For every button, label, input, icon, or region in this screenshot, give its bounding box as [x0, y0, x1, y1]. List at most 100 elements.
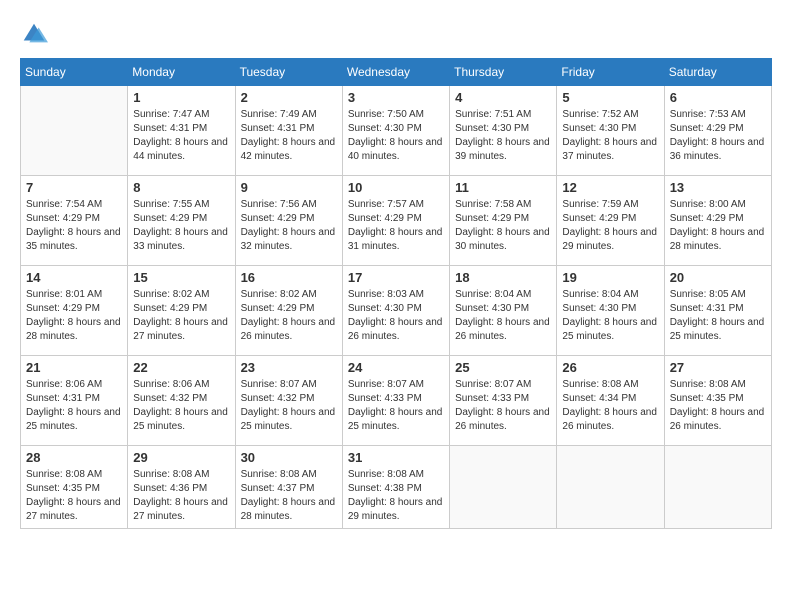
day-number: 9	[241, 180, 337, 195]
calendar-cell: 29 Sunrise: 8:08 AMSunset: 4:36 PMDayligh…	[128, 446, 235, 529]
day-info: Sunrise: 8:08 AMSunset: 4:36 PMDaylight:…	[133, 468, 229, 524]
calendar-cell: 13 Sunrise: 8:00 AMSunset: 4:29 PMDayligh…	[664, 176, 771, 266]
calendar-cell: 11Sunrise: 7:58 AMSunset: 4:29 PMDayligh…	[450, 176, 557, 266]
day-number: 23	[241, 360, 337, 375]
calendar-header-row: SundayMondayTuesdayWednesdayThursdayFrid…	[21, 59, 772, 86]
calendar-cell: 10 Sunrise: 7:57 AMSunset: 4:29 PMDayligh…	[342, 176, 449, 266]
calendar-header-tuesday: Tuesday	[235, 59, 342, 86]
day-number: 17	[348, 270, 444, 285]
day-number: 31	[348, 450, 444, 465]
calendar-cell: 12Sunrise: 7:59 AMSunset: 4:29 PMDayligh…	[557, 176, 664, 266]
day-info: Sunrise: 8:08 AMSunset: 4:38 PMDaylight:…	[348, 468, 444, 524]
calendar-header-wednesday: Wednesday	[342, 59, 449, 86]
calendar-cell: 26 Sunrise: 8:08 AMSunset: 4:34 PMDayligh…	[557, 356, 664, 446]
day-info: Sunrise: 8:04 AMSunset: 4:30 PMDaylight:…	[562, 288, 658, 344]
calendar-cell: 20 Sunrise: 8:05 AMSunset: 4:31 PMDayligh…	[664, 266, 771, 356]
calendar-header-friday: Friday	[557, 59, 664, 86]
day-info: Sunrise: 7:47 AMSunset: 4:31 PMDaylight:…	[133, 108, 229, 164]
day-number: 27	[670, 360, 766, 375]
day-number: 29	[133, 450, 229, 465]
calendar-cell: 16 Sunrise: 8:02 AMSunset: 4:29 PMDayligh…	[235, 266, 342, 356]
day-number: 3	[348, 90, 444, 105]
logo	[20, 20, 52, 48]
calendar-cell: 1 Sunrise: 7:47 AMSunset: 4:31 PMDaylight…	[128, 86, 235, 176]
calendar-week-row: 7Sunrise: 7:54 AMSunset: 4:29 PMDaylight…	[21, 176, 772, 266]
day-number: 14	[26, 270, 122, 285]
calendar-table: SundayMondayTuesdayWednesdayThursdayFrid…	[20, 58, 772, 529]
day-info: Sunrise: 8:03 AMSunset: 4:30 PMDaylight:…	[348, 288, 444, 344]
day-info: Sunrise: 7:53 AMSunset: 4:29 PMDaylight:…	[670, 108, 766, 164]
day-info: Sunrise: 8:08 AMSunset: 4:37 PMDaylight:…	[241, 468, 337, 524]
calendar-cell: 3 Sunrise: 7:50 AMSunset: 4:30 PMDaylight…	[342, 86, 449, 176]
day-number: 7	[26, 180, 122, 195]
calendar-cell: 27 Sunrise: 8:08 AMSunset: 4:35 PMDayligh…	[664, 356, 771, 446]
calendar-header-sunday: Sunday	[21, 59, 128, 86]
day-number: 24	[348, 360, 444, 375]
calendar-cell	[21, 86, 128, 176]
calendar-week-row: 21 Sunrise: 8:06 AMSunset: 4:31 PMDayligh…	[21, 356, 772, 446]
calendar-cell: 7Sunrise: 7:54 AMSunset: 4:29 PMDaylight…	[21, 176, 128, 266]
day-info: Sunrise: 8:04 AMSunset: 4:30 PMDaylight:…	[455, 288, 551, 344]
day-info: Sunrise: 7:50 AMSunset: 4:30 PMDaylight:…	[348, 108, 444, 164]
calendar-cell	[557, 446, 664, 529]
day-number: 18	[455, 270, 551, 285]
day-info: Sunrise: 8:05 AMSunset: 4:31 PMDaylight:…	[670, 288, 766, 344]
calendar-week-row: 14 Sunrise: 8:01 AMSunset: 4:29 PMDayligh…	[21, 266, 772, 356]
calendar-cell: 2Sunrise: 7:49 AMSunset: 4:31 PMDaylight…	[235, 86, 342, 176]
day-info: Sunrise: 8:02 AMSunset: 4:29 PMDaylight:…	[133, 288, 229, 344]
calendar-cell: 6 Sunrise: 7:53 AMSunset: 4:29 PMDaylight…	[664, 86, 771, 176]
day-number: 25	[455, 360, 551, 375]
day-number: 16	[241, 270, 337, 285]
page-header	[20, 20, 772, 48]
day-number: 21	[26, 360, 122, 375]
day-info: Sunrise: 8:01 AMSunset: 4:29 PMDaylight:…	[26, 288, 122, 344]
day-number: 2	[241, 90, 337, 105]
day-info: Sunrise: 8:08 AMSunset: 4:34 PMDaylight:…	[562, 378, 658, 434]
calendar-week-row: 28 Sunrise: 8:08 AMSunset: 4:35 PMDayligh…	[21, 446, 772, 529]
day-number: 1	[133, 90, 229, 105]
day-number: 26	[562, 360, 658, 375]
day-info: Sunrise: 7:52 AMSunset: 4:30 PMDaylight:…	[562, 108, 658, 164]
calendar-cell: 31 Sunrise: 8:08 AMSunset: 4:38 PMDayligh…	[342, 446, 449, 529]
day-number: 13	[670, 180, 766, 195]
calendar-header-saturday: Saturday	[664, 59, 771, 86]
day-info: Sunrise: 8:08 AMSunset: 4:35 PMDaylight:…	[26, 468, 122, 524]
day-info: Sunrise: 7:57 AMSunset: 4:29 PMDaylight:…	[348, 198, 444, 254]
day-info: Sunrise: 7:56 AMSunset: 4:29 PMDaylight:…	[241, 198, 337, 254]
day-number: 20	[670, 270, 766, 285]
calendar-cell: 19 Sunrise: 8:04 AMSunset: 4:30 PMDayligh…	[557, 266, 664, 356]
day-number: 10	[348, 180, 444, 195]
calendar-cell: 15 Sunrise: 8:02 AMSunset: 4:29 PMDayligh…	[128, 266, 235, 356]
calendar-cell	[664, 446, 771, 529]
day-info: Sunrise: 8:00 AMSunset: 4:29 PMDaylight:…	[670, 198, 766, 254]
calendar-cell: 30 Sunrise: 8:08 AMSunset: 4:37 PMDayligh…	[235, 446, 342, 529]
calendar-header-monday: Monday	[128, 59, 235, 86]
day-number: 5	[562, 90, 658, 105]
calendar-cell: 21 Sunrise: 8:06 AMSunset: 4:31 PMDayligh…	[21, 356, 128, 446]
day-number: 6	[670, 90, 766, 105]
calendar-cell: 22Sunrise: 8:06 AMSunset: 4:32 PMDayligh…	[128, 356, 235, 446]
day-number: 30	[241, 450, 337, 465]
day-info: Sunrise: 8:07 AMSunset: 4:33 PMDaylight:…	[348, 378, 444, 434]
day-info: Sunrise: 8:06 AMSunset: 4:32 PMDaylight:…	[133, 378, 229, 434]
calendar-header-thursday: Thursday	[450, 59, 557, 86]
calendar-cell: 18 Sunrise: 8:04 AMSunset: 4:30 PMDayligh…	[450, 266, 557, 356]
calendar-week-row: 1 Sunrise: 7:47 AMSunset: 4:31 PMDaylight…	[21, 86, 772, 176]
day-info: Sunrise: 8:02 AMSunset: 4:29 PMDaylight:…	[241, 288, 337, 344]
calendar-cell: 9 Sunrise: 7:56 AMSunset: 4:29 PMDaylight…	[235, 176, 342, 266]
day-info: Sunrise: 8:07 AMSunset: 4:33 PMDaylight:…	[455, 378, 551, 434]
calendar-cell: 8Sunrise: 7:55 AMSunset: 4:29 PMDaylight…	[128, 176, 235, 266]
calendar-cell: 28 Sunrise: 8:08 AMSunset: 4:35 PMDayligh…	[21, 446, 128, 529]
day-number: 19	[562, 270, 658, 285]
calendar-cell: 14 Sunrise: 8:01 AMSunset: 4:29 PMDayligh…	[21, 266, 128, 356]
day-number: 15	[133, 270, 229, 285]
calendar-cell: 5 Sunrise: 7:52 AMSunset: 4:30 PMDaylight…	[557, 86, 664, 176]
day-info: Sunrise: 8:06 AMSunset: 4:31 PMDaylight:…	[26, 378, 122, 434]
day-number: 8	[133, 180, 229, 195]
day-info: Sunrise: 8:08 AMSunset: 4:35 PMDaylight:…	[670, 378, 766, 434]
logo-icon	[20, 20, 48, 48]
calendar-cell: 4Sunrise: 7:51 AMSunset: 4:30 PMDaylight…	[450, 86, 557, 176]
day-info: Sunrise: 7:51 AMSunset: 4:30 PMDaylight:…	[455, 108, 551, 164]
day-number: 28	[26, 450, 122, 465]
calendar-cell: 23Sunrise: 8:07 AMSunset: 4:32 PMDayligh…	[235, 356, 342, 446]
